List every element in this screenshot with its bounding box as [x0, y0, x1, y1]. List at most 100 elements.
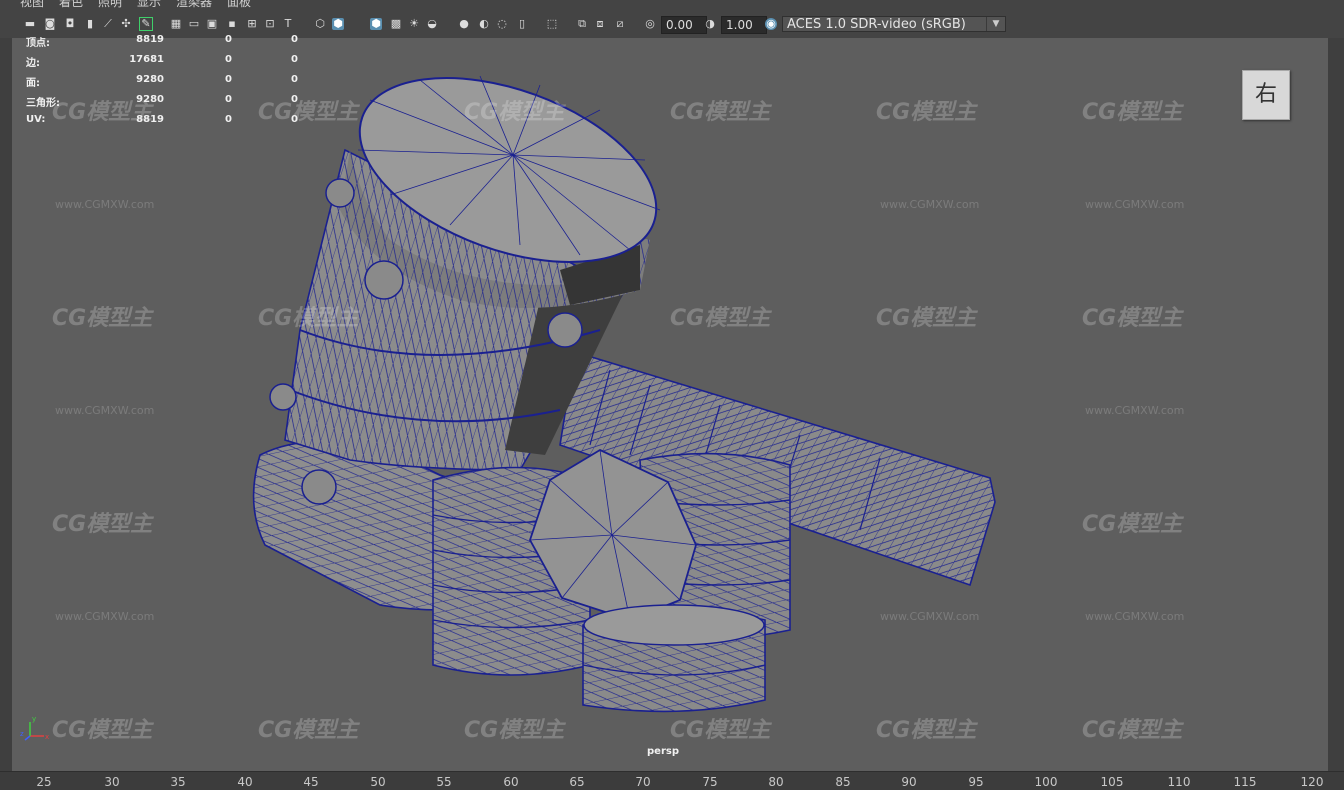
- resolution-gate-icon[interactable]: ▣: [206, 18, 218, 30]
- gamma-icon[interactable]: ◑: [704, 18, 716, 30]
- axis-z-label: z: [20, 730, 24, 738]
- wireframe-on-shaded-icon[interactable]: ⬢: [370, 18, 382, 30]
- image-plane-icon[interactable]: ⟋: [102, 18, 114, 30]
- depth-of-field-icon[interactable]: ▯: [516, 18, 528, 30]
- xray-icon[interactable]: ⧉: [576, 18, 588, 30]
- timeline-tick: 90: [901, 775, 917, 789]
- watermark: CG模型主: [464, 100, 565, 125]
- timeline-tick: 60: [503, 775, 519, 789]
- film-gate-icon[interactable]: ▭: [188, 18, 200, 30]
- field-chart-icon[interactable]: ⊞: [246, 18, 258, 30]
- poly-count-hud: 顶点: 8819 0 0 边: 17681 0 0 面: 9280 0 0 三角…: [26, 34, 298, 134]
- smooth-shade-icon[interactable]: ⬢: [332, 18, 344, 30]
- watermark: CG模型主: [52, 512, 153, 537]
- hud-row-faces: 面: 9280 0 0: [26, 74, 298, 94]
- timeline-tick: 65: [569, 775, 585, 789]
- hud-label: 顶点:: [26, 38, 50, 49]
- viewport-left-border: [0, 38, 12, 771]
- timeline-tick: 50: [370, 775, 386, 789]
- watermark-url: www.CGMXW.com: [1085, 198, 1185, 211]
- hud-value: 0: [225, 114, 232, 125]
- hud-value: 0: [225, 94, 232, 105]
- camera-attributes-icon[interactable]: ◙: [44, 18, 56, 30]
- screen-space-ao-icon[interactable]: ●: [458, 18, 470, 30]
- shadows-icon[interactable]: ◒: [426, 18, 438, 30]
- menu-panels[interactable]: 面板: [227, 0, 251, 9]
- menu-show[interactable]: 显示: [137, 0, 161, 9]
- hud-row-edges: 边: 17681 0 0: [26, 54, 298, 74]
- 2d-pan-zoom-icon[interactable]: ✣: [120, 18, 132, 30]
- watermark: CG模型主: [52, 306, 153, 331]
- 3d-viewport[interactable]: CG模型主 CG模型主 CG模型主 CG模型主 CG模型主 CG模型主 CG模型…: [12, 38, 1328, 771]
- watermark-url: www.CGMXW.com: [55, 610, 155, 623]
- timeline-tick: 35: [170, 775, 186, 789]
- timeline-tick: 40: [237, 775, 253, 789]
- anti-alias-icon[interactable]: ◌: [496, 18, 508, 30]
- axis-y-label: y: [32, 715, 36, 723]
- watermark: CG模型主: [670, 306, 771, 331]
- hud-label: UV:: [26, 114, 46, 125]
- watermark: CG模型主: [876, 100, 977, 125]
- timeline-tick: 70: [635, 775, 651, 789]
- isolate-select-icon[interactable]: ⬚: [546, 18, 558, 30]
- hud-value: 0: [291, 54, 298, 65]
- watermark: CG模型主: [464, 718, 565, 743]
- timeline-tick: 55: [436, 775, 452, 789]
- xray-components-icon[interactable]: ⧄: [614, 18, 626, 30]
- timeline-tick: 120: [1300, 775, 1324, 789]
- camera-icon[interactable]: ▬: [24, 18, 36, 30]
- hud-value: 9280: [136, 94, 164, 105]
- timeline-tick: 30: [104, 775, 120, 789]
- motion-blur-icon[interactable]: ◐: [478, 18, 490, 30]
- gate-mask-icon[interactable]: ▪: [226, 18, 238, 30]
- watermark: CG模型主: [1082, 718, 1183, 743]
- hud-row-uvs: UV: 8819 0 0: [26, 114, 298, 134]
- bookmark-icon[interactable]: ▮: [84, 18, 96, 30]
- textured-icon[interactable]: ▩: [390, 18, 402, 30]
- hud-label: 三角形:: [26, 98, 60, 109]
- color-management-icon[interactable]: ◉: [765, 18, 777, 30]
- time-slider[interactable]: 25 30 35 40 45 50 55 60 65 70 75 80 85 9…: [0, 771, 1344, 790]
- hud-value: 8819: [136, 34, 164, 45]
- timeline-tick: 45: [303, 775, 319, 789]
- view-transform-dropdown[interactable]: ACES 1.0 SDR-video (sRGB) ▼: [782, 16, 1006, 32]
- watermark-url: www.CGMXW.com: [55, 198, 155, 211]
- coin-stack-front[interactable]: [582, 604, 766, 713]
- camera-bookmark-icon[interactable]: ◘: [64, 18, 76, 30]
- wireframe-icon[interactable]: ⬡: [314, 18, 326, 30]
- watermark-url: www.CGMXW.com: [880, 198, 980, 211]
- camera-name-label: persp: [647, 746, 679, 757]
- watermark: CG模型主: [670, 100, 771, 125]
- safe-title-icon[interactable]: T: [282, 18, 294, 30]
- grease-pencil-icon[interactable]: ✎: [139, 17, 153, 31]
- exposure-icon[interactable]: ◎: [644, 18, 656, 30]
- view-transform-value: ACES 1.0 SDR-video (sRGB): [787, 17, 966, 32]
- menu-view[interactable]: 视图: [20, 0, 44, 9]
- timeline-tick: 105: [1100, 775, 1124, 789]
- view-cube[interactable]: 右: [1242, 70, 1290, 120]
- watermark: CG模型主: [670, 718, 771, 743]
- grid-icon[interactable]: ▦: [170, 18, 182, 30]
- watermark: CG模型主: [258, 718, 359, 743]
- menu-renderer[interactable]: 渲染器: [176, 0, 212, 9]
- hud-value: 9280: [136, 74, 164, 85]
- menu-lighting[interactable]: 照明: [98, 0, 122, 9]
- viewport-right-border: [1328, 38, 1344, 771]
- gamma-field[interactable]: 1.00: [721, 16, 767, 34]
- watermark: CG模型主: [1082, 100, 1183, 125]
- hud-value: 0: [225, 34, 232, 45]
- watermark: CG模型主: [258, 306, 359, 331]
- watermark-url: www.CGMXW.com: [1085, 610, 1185, 623]
- hud-label: 边:: [26, 58, 40, 69]
- timeline-tick: 75: [702, 775, 718, 789]
- timeline-tick: 115: [1233, 775, 1257, 789]
- xray-joints-icon[interactable]: ⧈: [594, 18, 606, 30]
- lights-icon[interactable]: ☀: [408, 18, 420, 30]
- hud-value: 8819: [136, 114, 164, 125]
- exposure-field[interactable]: 0.00: [661, 16, 707, 34]
- menu-shading[interactable]: 着色: [59, 0, 83, 9]
- axis-x-label: x: [45, 733, 49, 741]
- watermark: CG模型主: [876, 306, 977, 331]
- safe-action-icon[interactable]: ⊡: [264, 18, 276, 30]
- hud-label: 面:: [26, 78, 40, 89]
